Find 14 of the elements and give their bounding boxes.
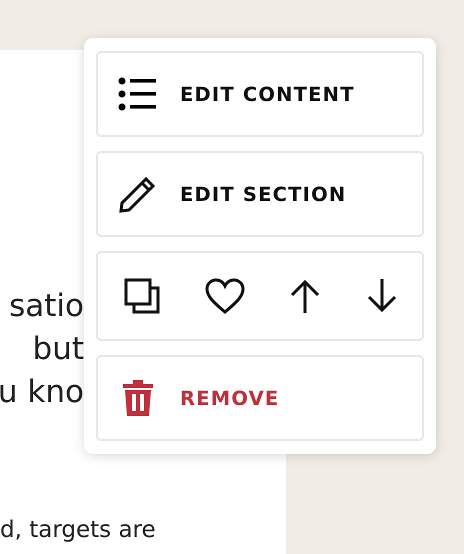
trash-icon	[122, 380, 154, 416]
heart-icon[interactable]	[204, 278, 245, 314]
list-icon	[118, 77, 158, 111]
body-text: d, targets are	[0, 517, 156, 543]
pencil-icon	[119, 175, 157, 213]
heading-text: satio	[9, 287, 84, 326]
menu-item[interactable]: EDIT SECTION	[96, 151, 424, 237]
arrow-down-icon[interactable]	[366, 279, 398, 313]
heading-text: but	[32, 330, 84, 369]
menu-item[interactable]: REMOVE	[96, 355, 424, 441]
menu-item[interactable]: EDIT CONTENT	[96, 51, 424, 137]
duplicate-icon[interactable]	[124, 278, 160, 314]
heading-text: u kno	[0, 373, 84, 412]
arrow-up-icon[interactable]	[289, 279, 322, 313]
